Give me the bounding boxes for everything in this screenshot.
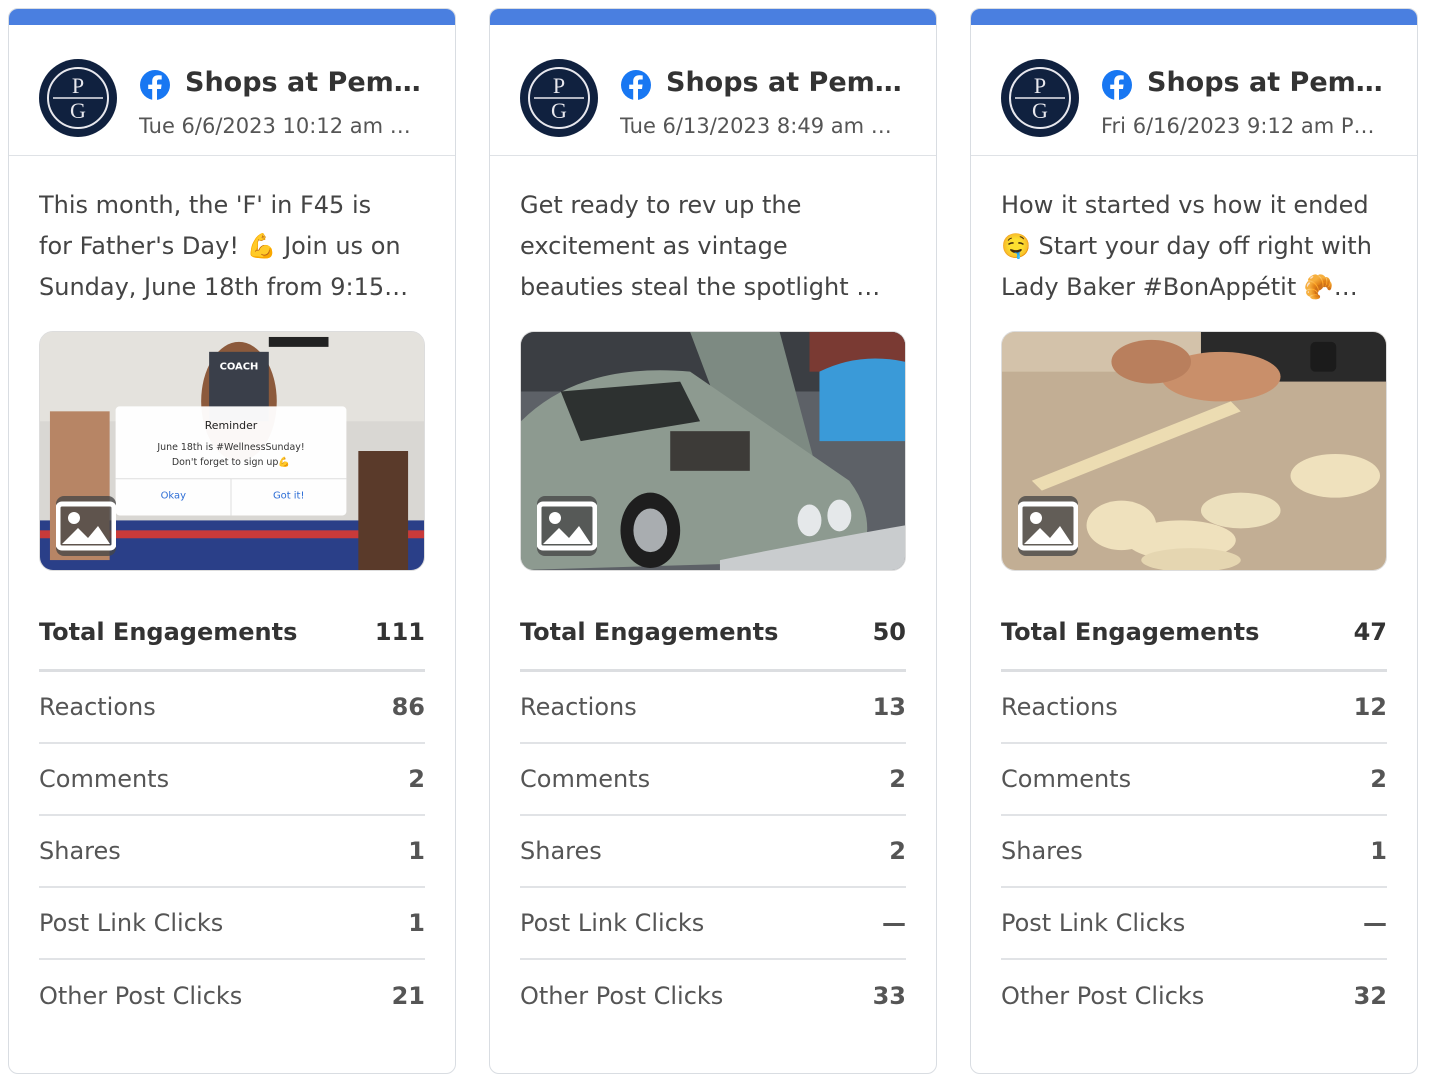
metric-total-engagements: Total Engagements 111 — [39, 595, 425, 672]
page-name[interactable]: Shops at Pemb… — [666, 65, 916, 101]
post-text: This month, the 'F' in F45 is for Father… — [39, 191, 409, 301]
page-name[interactable]: Shops at Pemb… — [1147, 65, 1397, 101]
svg-text:Got it!: Got it! — [273, 491, 304, 502]
post-image[interactable]: COACH Reminder June 18th is #WellnessSun… — [39, 331, 425, 571]
post-card-2[interactable]: P G Shops at Pemb… Tue 6/13/2023 8:49 am… — [489, 8, 937, 1074]
post-image[interactable] — [1001, 331, 1387, 571]
metric-reactions: Reactions 12 — [1001, 672, 1387, 744]
metrics-table: Total Engagements 50 Reactions 13 Comments… — [520, 595, 906, 1032]
metric-shares: Shares 2 — [520, 816, 906, 888]
metric-shares: Shares 1 — [39, 816, 425, 888]
metric-shares: Shares 1 — [1001, 816, 1387, 888]
metric-other-post-clicks: Other Post Clicks 21 — [39, 982, 425, 1010]
post-header: P G Shops at Pemb… Fri 6/16/2023 9:12 am… — [971, 25, 1417, 156]
svg-text:G: G — [70, 98, 86, 123]
metric-comments: Comments 2 — [520, 744, 906, 816]
facebook-icon — [621, 70, 651, 101]
metric-total-engagements: Total Engagements 50 — [520, 595, 906, 672]
avatar: P G — [520, 59, 598, 137]
post-card-1[interactable]: P G Shops at Pemb… Tue 6/6/2023 10:12 am… — [8, 8, 456, 1074]
metric-reactions: Reactions 86 — [39, 672, 425, 744]
post-image[interactable] — [520, 331, 906, 571]
svg-text:Okay: Okay — [161, 491, 187, 502]
post-date: Tue 6/6/2023 10:12 am … — [139, 114, 411, 138]
post-header: P G Shops at Pemb… Tue 6/6/2023 10:12 am… — [9, 25, 455, 156]
metric-comments: Comments 2 — [39, 744, 425, 816]
svg-text:Don't forget to sign up💪: Don't forget to sign up💪 — [172, 456, 290, 468]
metric-post-link-clicks: Post Link Clicks — — [520, 888, 906, 960]
metric-total-engagements: Total Engagements 47 — [1001, 595, 1387, 672]
svg-text:June 18th is #WellnessSunday!: June 18th is #WellnessSunday! — [156, 442, 304, 453]
facebook-icon — [140, 70, 170, 101]
metrics-table: Total Engagements 111 Reactions 86 Comment… — [39, 595, 425, 1032]
image-type-icon — [56, 496, 116, 556]
svg-text:Reminder: Reminder — [205, 419, 258, 432]
svg-text:G: G — [1032, 98, 1048, 123]
image-type-icon — [537, 496, 597, 556]
metrics-table: Total Engagements 47 Reactions 12 Comments… — [1001, 595, 1387, 1032]
metric-reactions: Reactions 13 — [520, 672, 906, 744]
post-header: P G Shops at Pemb… Tue 6/13/2023 8:49 am… — [490, 25, 936, 156]
svg-text:P: P — [553, 73, 565, 98]
svg-text:P: P — [1034, 73, 1046, 98]
svg-text:COACH: COACH — [220, 362, 259, 373]
post-text: How it started vs how it ended 🤤 Start y… — [1001, 191, 1372, 301]
metric-other-post-clicks: Other Post Clicks 32 — [1001, 982, 1387, 1010]
page-name[interactable]: Shops at Pemb… — [185, 65, 435, 101]
post-text: Get ready to rev up the excitement as vi… — [520, 191, 881, 301]
svg-text:P: P — [72, 73, 84, 98]
metric-post-link-clicks: Post Link Clicks 1 — [39, 888, 425, 960]
image-type-icon — [1018, 496, 1078, 556]
post-card-3[interactable]: P G Shops at Pemb… Fri 6/16/2023 9:12 am… — [970, 8, 1418, 1074]
avatar: P G — [39, 59, 117, 137]
metric-comments: Comments 2 — [1001, 744, 1387, 816]
metric-other-post-clicks: Other Post Clicks 33 — [520, 982, 906, 1010]
facebook-icon — [1102, 70, 1132, 101]
avatar: P G — [1001, 59, 1079, 137]
post-date: Tue 6/13/2023 8:49 am … — [620, 114, 892, 138]
svg-text:G: G — [551, 98, 567, 123]
post-date: Fri 6/16/2023 9:12 am PDT — [1101, 114, 1381, 138]
metric-post-link-clicks: Post Link Clicks — — [1001, 888, 1387, 960]
